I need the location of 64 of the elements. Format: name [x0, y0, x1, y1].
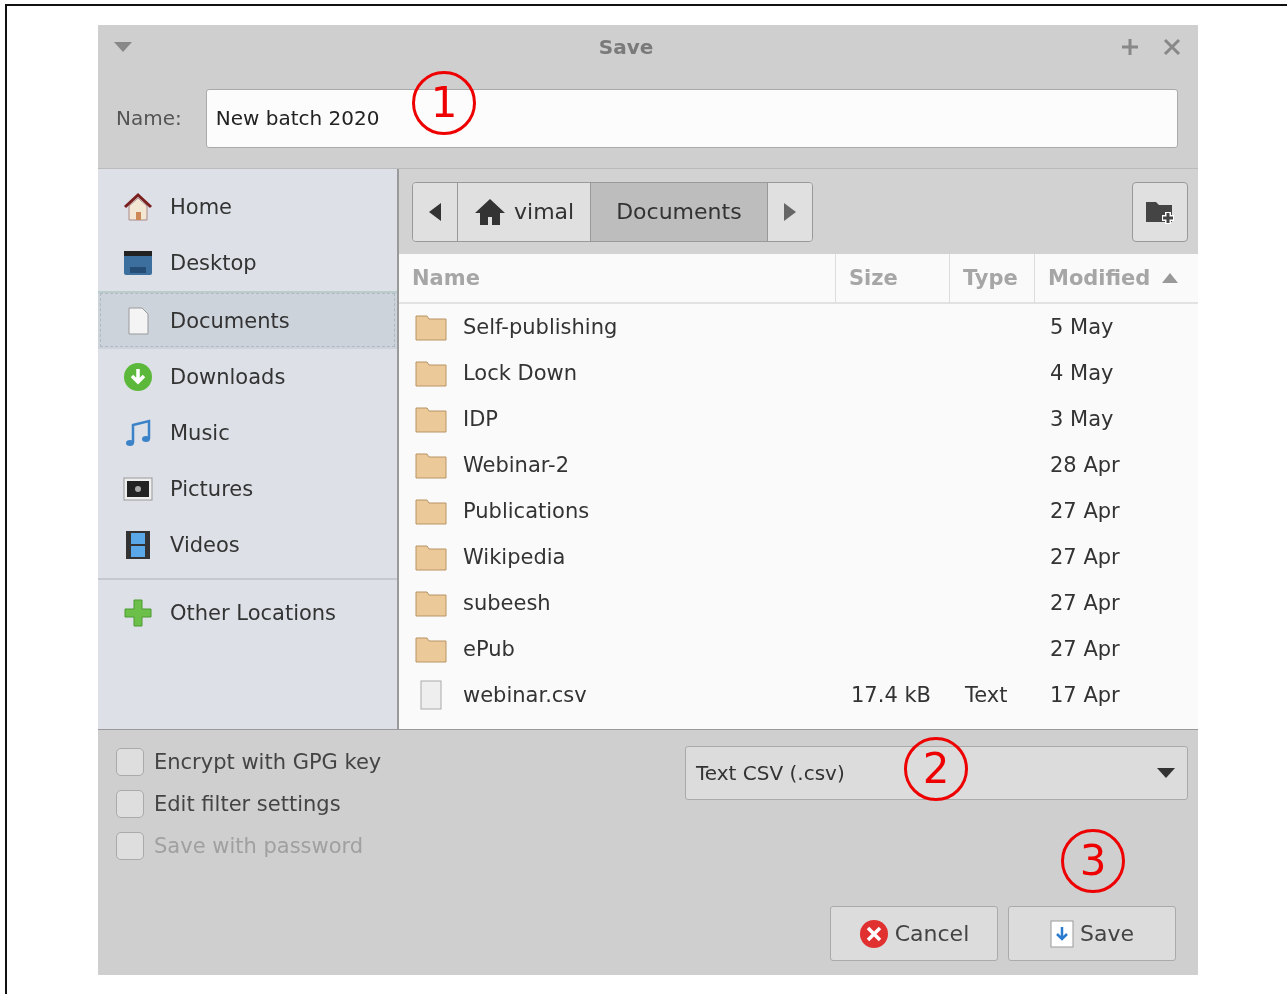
folder-icon: [415, 451, 447, 479]
annotation-marker: 2: [904, 737, 968, 801]
sidebar-item[interactable]: Downloads: [98, 349, 397, 405]
sort-up-icon: [1162, 273, 1179, 283]
sidebar-item[interactable]: Home: [98, 179, 397, 235]
file-name-cell[interactable]: ePub: [399, 626, 835, 672]
folder-icon: [415, 589, 447, 617]
modified-cell: 28 Apr: [1050, 453, 1120, 477]
modified-cell: 27 Apr: [1050, 591, 1120, 615]
dropdown-caret-icon: [1157, 768, 1175, 778]
type-cell: Text: [965, 683, 1008, 707]
cancel-button[interactable]: Cancel: [830, 906, 998, 961]
modified-cell: 5 May: [1050, 315, 1114, 339]
download-icon: [122, 361, 154, 393]
path-button[interactable]: Documents: [590, 182, 767, 241]
checkbox[interactable]: [116, 748, 144, 776]
file-name-cell[interactable]: webinar.csv: [399, 672, 835, 718]
checkbox[interactable]: [116, 790, 144, 818]
plus-icon: [122, 597, 154, 629]
modified-cell: 27 Apr: [1050, 545, 1120, 569]
modified-cell: 4 May: [1050, 361, 1114, 385]
house-icon: [474, 197, 506, 226]
folder-icon: [415, 405, 447, 433]
forward-button[interactable]: [766, 182, 812, 241]
sidebar-item[interactable]: Pictures: [98, 461, 397, 517]
menu-caret-icon[interactable]: [114, 41, 132, 52]
maximize-icon[interactable]: [1120, 36, 1140, 57]
folder-icon: [415, 497, 447, 525]
left-arrow-icon: [429, 202, 441, 221]
file-name-cell[interactable]: Publications: [399, 488, 835, 534]
sidebar-item[interactable]: Other Locations: [98, 585, 397, 641]
window-title: Save: [598, 34, 654, 59]
new-folder-button[interactable]: [1132, 181, 1188, 242]
modified-cell: 27 Apr: [1050, 499, 1120, 523]
option-label: Encrypt with GPG key: [154, 750, 382, 774]
annotation-marker: 3: [1061, 829, 1125, 893]
back-button[interactable]: [413, 182, 457, 241]
cancel-icon: [858, 918, 889, 949]
house-icon: [122, 191, 154, 223]
file-name-cell[interactable]: Self-publishing: [399, 304, 835, 350]
name-label: Name:: [116, 106, 182, 130]
file-name-cell[interactable]: Webinar-2: [399, 442, 835, 488]
sidebar-item[interactable]: Music: [98, 405, 397, 461]
folder-icon: [415, 313, 447, 341]
folder-icon: [415, 359, 447, 387]
file-name-cell[interactable]: Lock Down: [399, 350, 835, 396]
right-arrow-icon: [783, 202, 796, 221]
annotation-marker: 1: [412, 71, 476, 135]
modified-cell: 27 Apr: [1050, 637, 1120, 661]
modified-cell: 3 May: [1050, 407, 1114, 431]
file-name-cell[interactable]: Wikipedia: [399, 534, 835, 580]
sidebar-item[interactable]: Videos: [98, 517, 397, 573]
folder-icon: [415, 635, 447, 663]
file-name-cell[interactable]: subeesh: [399, 580, 835, 626]
option-label: Edit filter settings: [154, 792, 341, 816]
modified-cell: 17 Apr: [1050, 683, 1120, 707]
save-button[interactable]: Save: [1008, 906, 1176, 961]
folder-icon: [415, 543, 447, 571]
sidebar-item[interactable]: Desktop: [98, 235, 397, 291]
close-icon[interactable]: [1162, 36, 1182, 57]
sidebar-item[interactable]: Documents: [98, 291, 397, 349]
file-name-cell[interactable]: IDP: [399, 396, 835, 442]
path-button[interactable]: vimal: [457, 182, 591, 241]
size-cell: 17.4 kB: [851, 683, 931, 707]
